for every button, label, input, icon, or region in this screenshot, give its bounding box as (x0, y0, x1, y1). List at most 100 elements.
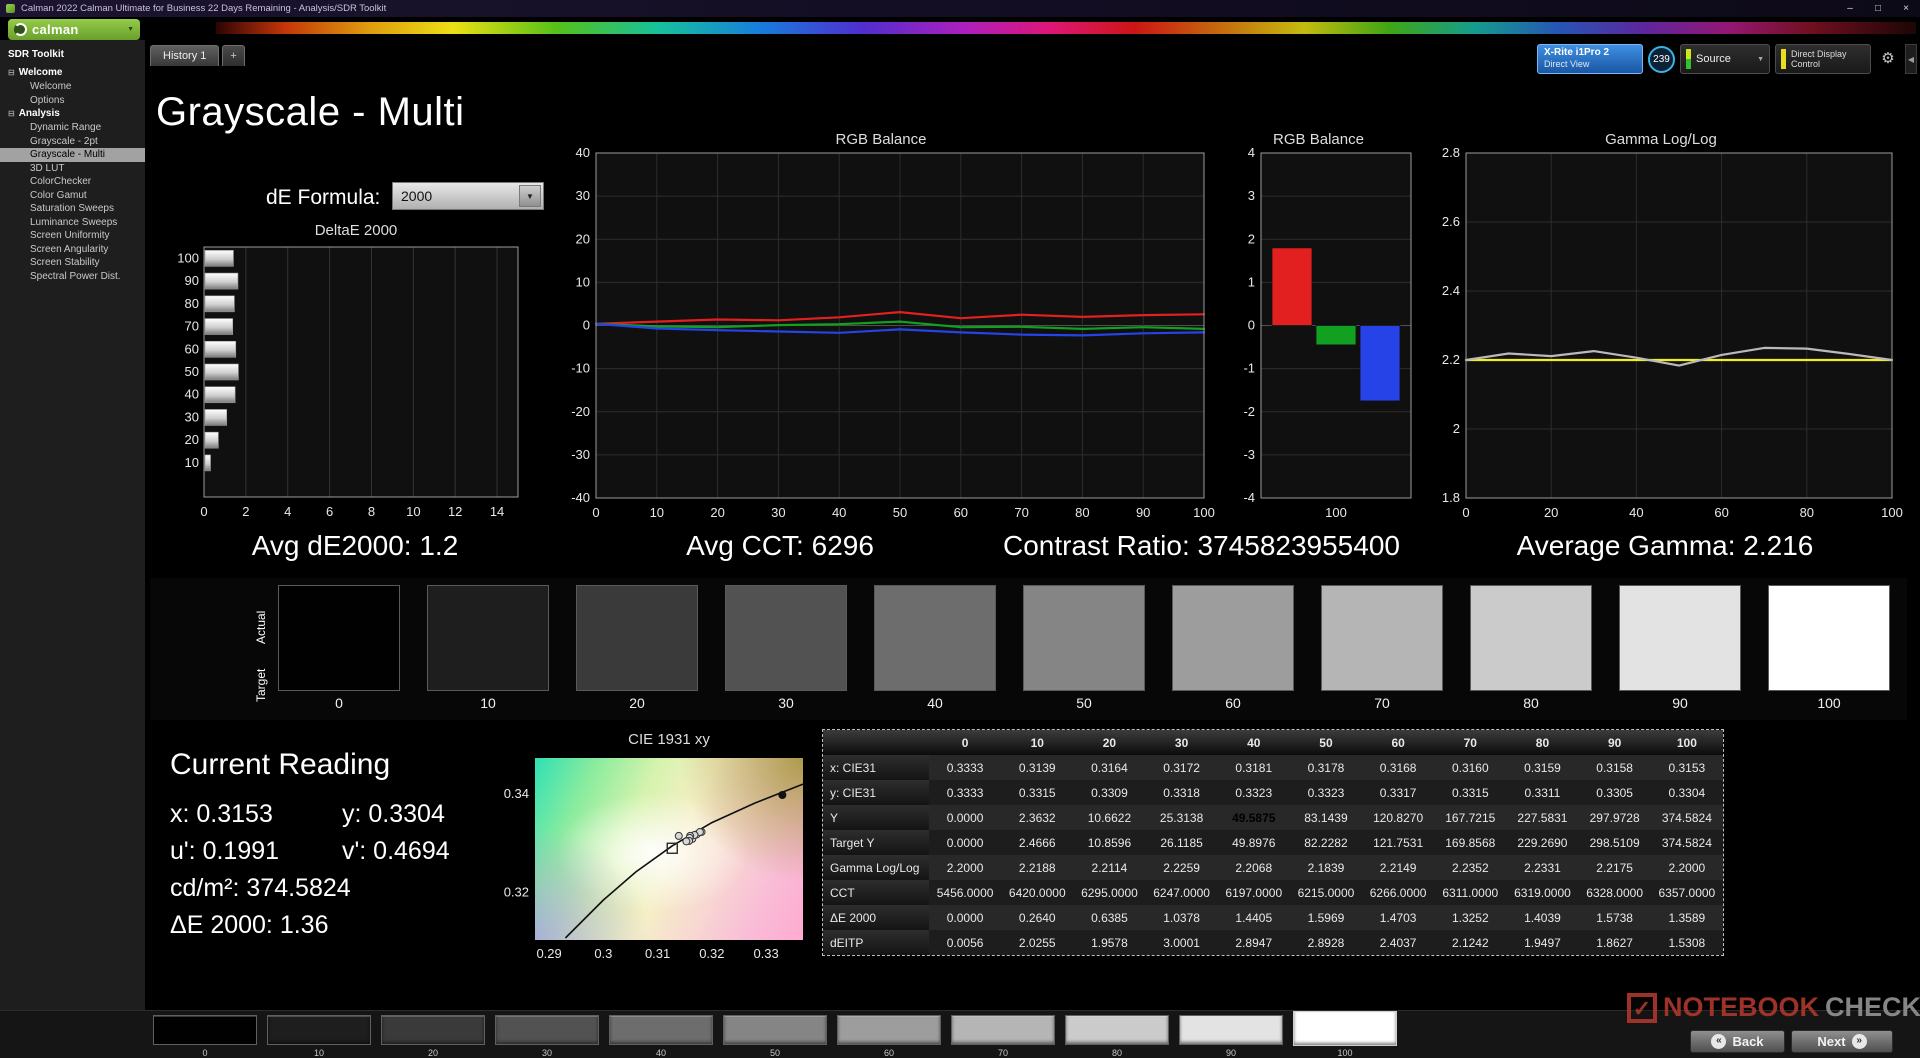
grayscale-swatch-20 (576, 585, 698, 691)
panel-collapse-icon[interactable]: ◀ (1905, 44, 1917, 74)
sidebar-tree: ⊟WelcomeWelcomeOptions⊟AnalysisDynamic R… (0, 66, 145, 283)
pattern-thumb-80[interactable] (1065, 1015, 1169, 1045)
table-cell: 0.3311 (1506, 780, 1578, 805)
table-row-label: Y (823, 805, 929, 830)
sidebar-item-grayscale-2pt[interactable]: Grayscale - 2pt (0, 135, 145, 149)
table-cell: 0.3153 (1651, 755, 1723, 780)
sidebar-item-screen-stability[interactable]: Screen Stability (0, 256, 145, 270)
deltae-chart: 02468101214100908070605040302010 (166, 244, 522, 526)
pattern-thumb-100[interactable] (1293, 1011, 1397, 1046)
table-cell: 1.3589 (1651, 905, 1723, 930)
svg-text:-2: -2 (1243, 404, 1255, 419)
sidebar-item-screen-angularity[interactable]: Screen Angularity (0, 243, 145, 257)
table-cell: 6197.0000 (1218, 880, 1290, 905)
rgb-balance-line-chart: 403020100-10-20-30-400102030405060708090… (556, 150, 1206, 528)
status-badge[interactable]: 239 (1648, 46, 1675, 73)
back-button[interactable]: « Back (1690, 1030, 1785, 1053)
new-tab-button[interactable]: + (222, 45, 244, 66)
collapse-icon[interactable]: ⊟ (8, 67, 15, 79)
svg-text:12: 12 (448, 504, 462, 519)
watermark-text-2: CHECK (1825, 992, 1920, 1023)
sidebar-item-saturation-sweeps[interactable]: Saturation Sweeps (0, 202, 145, 216)
svg-text:2.2: 2.2 (1442, 352, 1460, 367)
pattern-thumb-90[interactable] (1179, 1015, 1283, 1045)
svg-text:0.32: 0.32 (699, 946, 724, 961)
watermark-text-1: NOTEBOOK (1663, 992, 1819, 1023)
table-cell: 82.2282 (1290, 830, 1362, 855)
svg-text:40: 40 (832, 505, 846, 520)
pattern-thumb-label: 80 (1065, 1048, 1169, 1058)
de-formula-label: dE Formula: (266, 186, 380, 210)
pattern-thumb-label: 10 (267, 1048, 371, 1058)
pattern-thumb-20[interactable] (381, 1015, 485, 1045)
grayscale-swatch-40 (874, 585, 996, 691)
hardware-controls: X-Rite i1Pro 2 Direct View 239 Source ▼ … (1537, 44, 1917, 74)
sidebar-item-color-gamut[interactable]: Color Gamut (0, 189, 145, 203)
tree-node-welcome[interactable]: ⊟ Welcome (0, 66, 145, 80)
tree-node-analysis[interactable]: ⊟Analysis (0, 107, 145, 121)
tree-node-label: Welcome (19, 67, 63, 79)
sidebar-item-grayscale-multi[interactable]: Grayscale - Multi (0, 148, 145, 162)
table-row-target-y: Target Y0.00002.466610.859626.118549.897… (823, 830, 1723, 855)
table-cell: 2.2068 (1218, 855, 1290, 880)
pattern-thumb-50[interactable] (723, 1015, 827, 1045)
display-control-label: Direct Display Control (1791, 49, 1865, 69)
table-cell: 6420.0000 (1001, 880, 1073, 905)
meter-button[interactable]: X-Rite i1Pro 2 Direct View (1537, 44, 1643, 74)
table-col-header-0: 0 (929, 730, 1001, 755)
source-dropdown[interactable]: Source ▼ (1680, 44, 1770, 74)
window-titlebar: Calman 2022 Calman Ultimate for Business… (0, 0, 1920, 17)
sidebar-item-spectral-power-dist[interactable]: Spectral Power Dist. (0, 270, 145, 284)
grayscale-swatch-90 (1619, 585, 1741, 691)
table-cell: 2.2149 (1362, 855, 1434, 880)
sidebar-item-3d-lut[interactable]: 3D LUT (0, 162, 145, 176)
sidebar-item-options[interactable]: Options (0, 94, 145, 108)
maximize-icon[interactable]: □ (1864, 0, 1892, 17)
table-row-label: x: CIE31 (823, 755, 929, 780)
grayscale-swatch-10 (427, 585, 549, 691)
table-cell: 83.1439 (1290, 805, 1362, 830)
sidebar-item-dynamic-range[interactable]: Dynamic Range (0, 121, 145, 135)
minimize-icon[interactable]: – (1836, 0, 1864, 17)
calman-logo-button[interactable]: calman ▼ (8, 19, 140, 40)
pattern-thumb-10[interactable] (267, 1015, 371, 1045)
grayscale-swatch-80 (1470, 585, 1592, 691)
close-icon[interactable]: × (1892, 0, 1920, 17)
collapse-icon[interactable]: ⊟ (8, 108, 15, 120)
table-cell: 6247.0000 (1146, 880, 1218, 905)
pattern-thumb-40[interactable] (609, 1015, 713, 1045)
gamma-chart-title: Gamma Log/Log (1426, 131, 1896, 148)
svg-text:2: 2 (1248, 231, 1255, 246)
pattern-thumb-60[interactable] (837, 1015, 941, 1045)
table-cell: 0.3309 (1073, 780, 1145, 805)
table-cell: 2.1242 (1434, 930, 1506, 955)
table-col-header-40: 40 (1218, 730, 1290, 755)
pattern-thumb-30[interactable] (495, 1015, 599, 1045)
sidebar-item-welcome[interactable]: Welcome (0, 80, 145, 94)
svg-text:0: 0 (592, 505, 599, 520)
pattern-thumb-70[interactable] (951, 1015, 1055, 1045)
table-cell: 1.8627 (1579, 930, 1651, 955)
svg-text:60: 60 (954, 505, 968, 520)
table-cell: 0.3172 (1146, 755, 1218, 780)
notebookcheck-watermark: ✓ NOTEBOOK CHECK (1627, 992, 1920, 1023)
table-cell: 2.2175 (1579, 855, 1651, 880)
sidebar-item-luminance-sweeps[interactable]: Luminance Sweeps (0, 216, 145, 230)
gear-icon[interactable]: ⚙ (1876, 45, 1900, 73)
table-cell: 6328.0000 (1579, 880, 1651, 905)
table-cell: 6319.0000 (1506, 880, 1578, 905)
table-cell: 2.2114 (1073, 855, 1145, 880)
meter-mode: Direct View (1544, 59, 1636, 70)
pattern-thumb-0[interactable] (153, 1015, 257, 1045)
de-formula-select[interactable]: 2000 ▼ (392, 182, 544, 210)
svg-text:4: 4 (284, 504, 291, 519)
table-col-header-80: 80 (1506, 730, 1578, 755)
tab-history-1[interactable]: History 1 (150, 45, 219, 66)
table-cell: 5456.0000 (929, 880, 1001, 905)
next-button[interactable]: Next » (1791, 1030, 1893, 1053)
display-control-dropdown[interactable]: Direct Display Control (1775, 44, 1871, 74)
svg-text:70: 70 (1014, 505, 1028, 520)
sidebar-item-screen-uniformity[interactable]: Screen Uniformity (0, 229, 145, 243)
table-cell: 0.2640 (1001, 905, 1073, 930)
sidebar-item-colorchecker[interactable]: ColorChecker (0, 175, 145, 189)
